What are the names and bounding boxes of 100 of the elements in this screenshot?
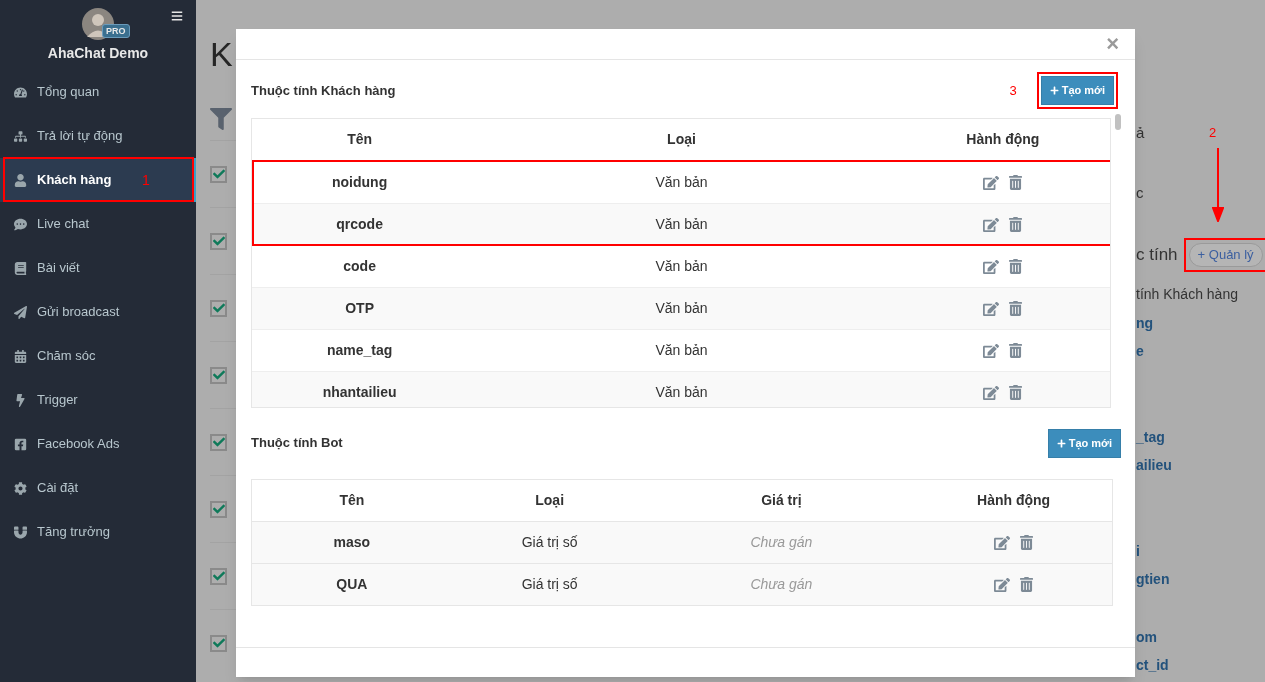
filter-icon[interactable]: [210, 108, 232, 130]
sidebar-item[interactable]: Tăng trưởng: [0, 510, 196, 554]
paper-plane-icon: [14, 305, 27, 319]
trash-icon[interactable]: [1020, 577, 1034, 592]
sidebar-item[interactable]: Gửi broadcast: [0, 290, 196, 334]
calendar-icon: [14, 349, 27, 363]
check-icon: [212, 436, 225, 448]
column-header: Tên: [346, 130, 374, 149]
table-cell-text: Văn bản: [654, 257, 709, 276]
checkbox[interactable]: [210, 433, 227, 451]
check-icon: [212, 302, 225, 314]
sidebar-item[interactable]: Trả lời tự động: [0, 114, 196, 158]
trash-icon[interactable]: [1020, 535, 1034, 550]
section-title: Thuộc tính Khách hàng: [251, 81, 396, 100]
column-header: Tên: [338, 491, 366, 510]
info-text: c: [1136, 183, 1144, 203]
checkbox[interactable]: [210, 634, 227, 652]
attribute-link[interactable]: om: [1136, 626, 1169, 655]
edit-icon[interactable]: [983, 174, 1000, 191]
create-button[interactable]: Tạo mới: [1047, 428, 1121, 458]
sidebar-item[interactable]: Live chat: [0, 202, 196, 246]
table-cell-text: Giá trị số: [520, 575, 579, 594]
check-icon: [212, 637, 225, 649]
checkbox[interactable]: [210, 500, 227, 518]
user-icon: [14, 173, 27, 187]
table-cell-text: noidung: [331, 173, 389, 192]
check-icon: [212, 369, 225, 381]
dashboard-icon: [14, 85, 27, 99]
edit-icon[interactable]: [994, 534, 1011, 551]
sidebar-item[interactable]: Trigger: [0, 378, 196, 422]
edit-icon[interactable]: [983, 300, 1000, 317]
attribute-link[interactable]: ailieu: [1136, 454, 1172, 483]
annotation-number: 2: [1209, 125, 1217, 141]
table-cell-text: maso: [332, 533, 372, 552]
annotation-number: 3: [1009, 81, 1017, 100]
facebook-icon: [14, 437, 27, 451]
trash-icon[interactable]: [1009, 343, 1023, 358]
trash-icon[interactable]: [1009, 385, 1023, 400]
table-cell-text: QUA: [335, 575, 369, 594]
gear-icon: [14, 481, 27, 495]
attribute-link[interactable]: ng: [1136, 312, 1154, 341]
checkbox[interactable]: [210, 165, 227, 183]
check-icon: [212, 235, 225, 247]
user-name: AhaChat Demo: [47, 44, 149, 63]
edit-icon[interactable]: [983, 216, 1000, 233]
trash-icon[interactable]: [1009, 301, 1023, 316]
trash-icon[interactable]: [1009, 217, 1023, 232]
column-header: Loại: [534, 491, 566, 510]
trash-icon[interactable]: [1009, 175, 1023, 190]
table-cell-text: Văn bản: [654, 341, 709, 360]
checkbox[interactable]: [210, 232, 227, 250]
magnet-icon: [14, 525, 27, 539]
create-button[interactable]: Tạo mới: [1040, 76, 1114, 105]
manage-button[interactable]: + Quản lý: [1188, 243, 1263, 267]
subtitle: tính Khách hàng: [1136, 284, 1238, 304]
table-cell-text: Giá trị số: [520, 533, 579, 552]
book-icon: [14, 261, 27, 275]
annotation-number: 1: [142, 172, 150, 188]
table-cell-text: Văn bản: [654, 299, 709, 318]
attribute-link[interactable]: _tag: [1136, 426, 1172, 455]
close-button[interactable]: ×: [1106, 34, 1119, 54]
check-icon: [212, 570, 225, 582]
sidebar-item[interactable]: Facebook Ads: [0, 422, 196, 466]
sidebar-item[interactable]: Chăm sóc: [0, 334, 196, 378]
page-title: K: [210, 34, 234, 74]
column-header: Hành động: [976, 491, 1052, 510]
plus-icon: [1056, 438, 1066, 448]
edit-icon[interactable]: [983, 258, 1000, 275]
column-header: Loại: [666, 130, 697, 149]
sidebar-item[interactable]: Bài viết: [0, 246, 196, 290]
attribute-link[interactable]: e: [1136, 340, 1154, 369]
trash-icon[interactable]: [1009, 259, 1023, 274]
scrollbar[interactable]: [1115, 114, 1121, 130]
checkbox[interactable]: [210, 366, 227, 384]
sidebar-item[interactable]: Tổng quan: [0, 70, 196, 114]
edit-icon[interactable]: [983, 342, 1000, 359]
attribute-link[interactable]: ct_id: [1136, 654, 1169, 682]
info-text: ả: [1136, 123, 1145, 143]
table-cell-text: Chưa gán: [749, 575, 814, 594]
checkbox[interactable]: [210, 299, 227, 317]
speech-bubble-icon: [14, 217, 27, 231]
check-icon: [212, 503, 225, 515]
attribute-link[interactable]: i: [1136, 540, 1170, 569]
column-header: Giá trị: [760, 491, 803, 510]
sidebar-item[interactable]: Cài đặt: [0, 466, 196, 510]
table-cell-text: OTP: [344, 299, 375, 318]
check-icon: [212, 168, 225, 180]
edit-icon[interactable]: [983, 384, 1000, 401]
column-header: Hành động: [965, 130, 1041, 149]
checkbox[interactable]: [210, 567, 227, 585]
table-cell-text: qrcode: [335, 215, 384, 234]
pro-badge: PRO: [102, 24, 130, 38]
table-cell-text: code: [342, 257, 377, 276]
menu-icon[interactable]: [171, 10, 183, 22]
edit-icon[interactable]: [994, 576, 1011, 593]
table-cell-text: Văn bản: [654, 215, 709, 234]
plus-icon: [1049, 86, 1059, 95]
section-title: Thuộc tính Bot: [251, 434, 343, 453]
attribute-link[interactable]: gtien: [1136, 568, 1170, 597]
table-cell-text: Văn bản: [654, 383, 709, 402]
